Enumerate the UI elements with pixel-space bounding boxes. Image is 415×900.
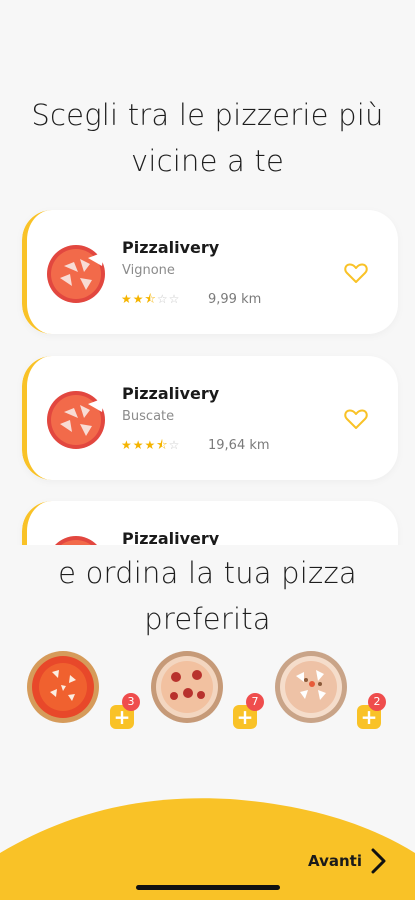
star-half-icon: ⯪ xyxy=(144,292,157,306)
next-button[interactable]: Avanti xyxy=(308,847,388,875)
star-full-icon: ★ xyxy=(121,438,133,452)
star-full-icon: ★ xyxy=(121,292,133,306)
pizzeria-city: Vignone xyxy=(122,263,175,278)
pizzeria-name: Pizzalivery xyxy=(122,238,220,257)
pizzeria-city: Buscate xyxy=(122,409,175,424)
pizza-mushroom-icon xyxy=(275,651,347,723)
star-full-icon: ★ xyxy=(132,292,145,306)
quantity-badge: 7 xyxy=(246,693,264,711)
quantity-badge: 2 xyxy=(368,693,386,711)
pizzeria-distance: 9,99 km xyxy=(208,292,262,307)
heart-icon[interactable] xyxy=(344,408,368,430)
pizzeria-card[interactable]: Pizzalivery Buscate ★★★⯪☆ 19,64 km xyxy=(22,356,398,480)
home-indicator xyxy=(136,885,280,890)
heart-icon[interactable] xyxy=(344,262,368,284)
pizzeria-distance: 19,64 km xyxy=(208,438,270,453)
pizza-salami-icon xyxy=(151,651,223,723)
pizza-margherita-icon xyxy=(27,651,99,723)
pizza-carousel: + 3 + 7 + 2 xyxy=(0,650,415,740)
subtitle-line-2: preferita xyxy=(144,602,271,636)
pizzeria-card[interactable]: Pizzalivery Vignone ★★⯪☆☆ 9,99 km xyxy=(22,210,398,334)
pizzeria-logo-icon xyxy=(47,245,105,303)
star-empty-icon: ☆ xyxy=(156,292,169,306)
rating-stars: ★★⯪☆☆ xyxy=(121,290,180,311)
next-label: Avanti xyxy=(308,852,362,870)
star-empty-icon: ☆ xyxy=(168,438,181,452)
quantity-badge: 3 xyxy=(122,693,140,711)
star-half-icon: ⯪ xyxy=(156,438,169,452)
pizzeria-logo-icon xyxy=(47,391,105,449)
star-full-icon: ★ xyxy=(132,438,145,452)
pizzeria-name: Pizzalivery xyxy=(122,384,220,403)
star-full-icon: ★ xyxy=(144,438,157,452)
rating-stars: ★★★⯪☆ xyxy=(121,436,180,457)
subtitle-line-1: e ordina la tua pizza xyxy=(58,556,357,590)
chevron-right-icon xyxy=(371,848,386,874)
star-empty-icon: ☆ xyxy=(168,292,181,306)
page-subtitle: e ordina la tua pizza preferita xyxy=(0,550,415,642)
